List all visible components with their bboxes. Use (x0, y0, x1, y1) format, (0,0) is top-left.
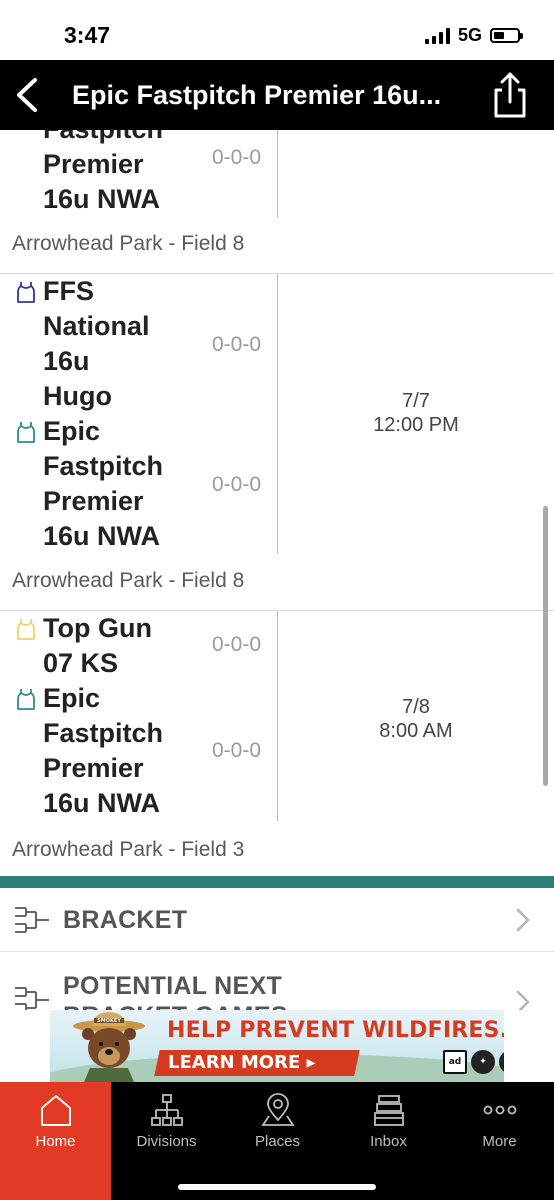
ad-council-logo-text: ad (448, 1057, 462, 1067)
signal-icon (424, 27, 450, 44)
forestry-logo: ✦ (471, 1050, 495, 1074)
team-row[interactable]: Epic Fastpitch Premier 16u NWA 0-0-0 (0, 414, 277, 554)
status-bar: 3:47 5G (0, 0, 554, 60)
section-label: BRACKET GAMES (63, 1001, 288, 1010)
team-name-line: Fastpitch (43, 130, 203, 147)
team-name-line: 16u NWA (43, 788, 161, 818)
team-name-line: Top Gun (43, 613, 152, 643)
ad-council-logo: ad (443, 1050, 467, 1074)
back-button[interactable] (8, 72, 48, 118)
team-name-line: Hugo (43, 381, 112, 411)
ad-cta-label: LEARN MORE ▸ (168, 1052, 316, 1073)
team-name-line: 07 KS (43, 648, 119, 678)
team-name-line: Epic (43, 683, 101, 713)
team-record: 0-0-0 (212, 473, 262, 496)
ad-headline: HELP PREVENT WILDFIRES. (167, 1018, 504, 1043)
map-pin-icon (261, 1093, 295, 1126)
team-name-line: FFS (43, 276, 94, 306)
team-name-line: Epic (43, 416, 101, 446)
team-row[interactable]: Top Gun 07 KS 0-0-0 (0, 611, 277, 681)
tab-inbox[interactable]: Inbox (333, 1082, 444, 1200)
column-divider (277, 130, 278, 218)
status-indicators: 5G (424, 25, 523, 46)
ad-logos: ad ✦ ▼ (443, 1050, 504, 1074)
team-name-line: Fastpitch (43, 718, 164, 748)
team-row[interactable]: Epic Fastpitch Premier 16u NWA 0-0-0 (0, 681, 277, 821)
jersey-icon (17, 619, 35, 640)
home-icon (41, 1095, 71, 1126)
team-name-line: Premier (43, 753, 144, 783)
tab-label: Inbox (370, 1133, 407, 1150)
chevron-left-icon (17, 78, 37, 112)
tab-more[interactable]: More (444, 1082, 554, 1200)
scroll-indicator[interactable] (543, 506, 548, 786)
team-name-line: 16u (43, 346, 90, 376)
tab-label: Places (254, 1133, 301, 1150)
smokey-bear-icon: SMOKEY (73, 1012, 145, 1082)
game-card[interactable]: FFS National 16u Hugo 0-0-0 Epic Fastpit… (0, 274, 554, 611)
games-list[interactable]: Fastpitch Premier 16u NWA 0-0-0 Arrowhea… (0, 130, 554, 876)
team-record: 0-0-0 (212, 333, 262, 356)
bracket-row[interactable]: BRACKET (0, 888, 554, 952)
jersey-icon (17, 422, 35, 443)
team-record: 0-0-0 (212, 739, 262, 762)
game-time: 8:00 AM (379, 720, 453, 742)
tab-label: Home (35, 1133, 76, 1150)
jersey-icon (17, 282, 35, 303)
potential-next-bracket-row[interactable]: POTENTIAL NEXT BRACKET GAMES (0, 953, 554, 1010)
game-time: 12:00 PM (373, 414, 459, 436)
tab-label: More (482, 1133, 517, 1150)
page-title: Epic Fastpitch Premier 16u... (72, 80, 442, 110)
ad-banner[interactable]: SMOKEY HELP PREVENT WILDFIRES. LEARN MOR… (50, 1010, 504, 1082)
battery-icon (490, 28, 523, 43)
nav-bar: Epic Fastpitch Premier 16u... (0, 60, 554, 130)
game-date: 7/7 (402, 390, 430, 412)
team-row[interactable]: Fastpitch Premier 16u NWA 0-0-0 (0, 130, 277, 218)
forest-service-shield-icon: ▼ (499, 1050, 504, 1074)
chevron-right-icon (516, 990, 530, 1010)
tab-bar: Home Divisions Places Inbox More (0, 1082, 554, 1200)
divisions-icon (151, 1094, 183, 1126)
team-name-line: Fastpitch (43, 451, 164, 481)
more-icon (483, 1105, 517, 1115)
smokey-badge-text: SMOKEY (97, 1018, 121, 1024)
field-name: Arrowhead Park - Field 8 (12, 232, 245, 255)
game-date: 7/8 (402, 696, 430, 718)
jersey-icon (17, 689, 35, 710)
tab-label: Divisions (136, 1133, 197, 1150)
chevron-right-icon (516, 908, 530, 932)
home-indicator[interactable] (178, 1184, 376, 1190)
team-name-line: Premier (43, 149, 144, 179)
field-name: Arrowhead Park - Field 8 (12, 569, 245, 592)
team-name-line: Premier (43, 486, 144, 516)
team-name-line: 16u NWA (43, 521, 161, 551)
team-row[interactable]: FFS National 16u Hugo 0-0-0 (0, 274, 277, 414)
game-card[interactable]: Fastpitch Premier 16u NWA 0-0-0 Arrowhea… (0, 130, 554, 274)
team-record: 0-0-0 (212, 146, 262, 169)
share-button[interactable] (488, 70, 532, 120)
inbox-icon (374, 1095, 404, 1126)
section-divider-band (0, 876, 554, 888)
team-name-line: National (43, 311, 150, 341)
tab-places[interactable]: Places (222, 1082, 333, 1200)
status-time: 3:47 (64, 22, 111, 48)
section-label: POTENTIAL NEXT (63, 972, 283, 1000)
bracket-icon (15, 907, 49, 933)
network-type: 5G (457, 25, 482, 45)
share-icon (494, 72, 526, 118)
field-name: Arrowhead Park - Field 3 (12, 838, 245, 861)
game-card[interactable]: Top Gun 07 KS 0-0-0 Epic Fastpitch Premi… (0, 611, 554, 876)
team-name-line: 16u NWA (43, 184, 161, 214)
section-label: BRACKET (63, 906, 188, 934)
team-record: 0-0-0 (212, 633, 262, 656)
tab-divisions[interactable]: Divisions (111, 1082, 222, 1200)
bracket-icon (15, 987, 49, 1010)
tab-home[interactable]: Home (0, 1082, 111, 1200)
